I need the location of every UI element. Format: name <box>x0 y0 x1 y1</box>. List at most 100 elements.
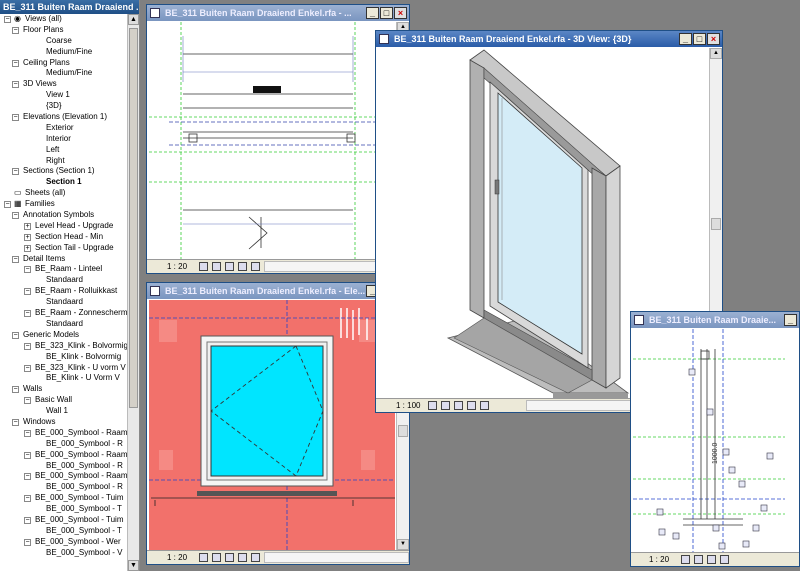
visual-style-icon[interactable] <box>211 262 221 271</box>
tree-item[interactable]: {3D} <box>0 101 127 112</box>
tree-item[interactable]: BE_Klink - U Vorm V <box>0 373 127 384</box>
collapse-icon[interactable]: − <box>24 473 31 481</box>
tree-item[interactable]: Left <box>0 145 127 156</box>
collapse-icon[interactable]: − <box>4 16 11 23</box>
collapse-icon[interactable]: − <box>24 288 31 296</box>
visual-style-icon[interactable] <box>211 553 221 562</box>
tree-item[interactable]: −3D Views <box>0 79 127 90</box>
tree-item[interactable]: − Elevations (Elevation 1) <box>0 112 127 123</box>
tree-item[interactable]: − BE_000_Symbool - Tuim <box>0 493 127 504</box>
tree-item[interactable]: Right <box>0 156 127 167</box>
collapse-icon[interactable]: − <box>12 212 19 220</box>
tree-item[interactable]: − Detail Items <box>0 254 127 265</box>
detail-level-icon[interactable] <box>198 553 208 562</box>
tree-item[interactable]: View 1 <box>0 90 127 101</box>
plan-drawing-canvas[interactable] <box>149 22 395 259</box>
expand-icon[interactable]: + <box>24 233 31 241</box>
tree-item[interactable]: + Section Head - Min <box>0 232 127 243</box>
tree-item[interactable]: − Basic Wall <box>0 395 127 406</box>
collapse-icon[interactable]: − <box>24 342 31 350</box>
collapse-icon[interactable]: − <box>12 331 19 339</box>
minimize-button[interactable]: _ <box>784 314 797 326</box>
scroll-up-arrow-icon[interactable]: ▲ <box>128 14 139 25</box>
shadows-icon[interactable] <box>467 401 476 410</box>
tree-item[interactable]: Standaard <box>0 275 127 286</box>
shadows-icon[interactable] <box>237 262 247 271</box>
shadows-icon[interactable] <box>237 553 247 562</box>
shadows-icon[interactable] <box>720 555 729 564</box>
section-scale-label[interactable]: 1 : 20 <box>649 555 677 564</box>
elevation-window-titlebar[interactable]: BE_311 Buiten Raam Draaiend Enkel.rfa - … <box>147 283 409 299</box>
tree-item[interactable]: − BE_Raam - Rolluikkast <box>0 286 127 297</box>
tree-item[interactable]: BE_000_Symbool - V <box>0 548 127 559</box>
collapse-icon[interactable]: − <box>24 364 31 372</box>
tree-item[interactable]: − Windows <box>0 417 127 428</box>
elevation-drawing-canvas[interactable] <box>149 300 395 550</box>
sun-path-icon[interactable] <box>707 555 716 564</box>
maximize-button[interactable]: □ <box>380 7 393 19</box>
collapse-icon[interactable]: − <box>24 310 31 318</box>
tree-item[interactable]: − BE_000_Symbool - Raam <box>0 428 127 439</box>
tree-item[interactable]: − BE_323_Klink - Bolvormig <box>0 341 127 352</box>
tree-item[interactable]: BE_000_Symbool - R <box>0 482 127 493</box>
tree-item[interactable]: Coarse <box>0 36 127 47</box>
collapse-icon[interactable]: − <box>24 495 31 503</box>
collapse-icon[interactable]: − <box>12 114 19 122</box>
project-browser-scrollbar[interactable]: ▲ ▼ <box>127 14 139 571</box>
tree-item[interactable]: − BE_000_Symbool - Raam <box>0 450 127 461</box>
minimize-button[interactable]: _ <box>679 33 692 45</box>
tree-item[interactable]: Exterior <box>0 123 127 134</box>
expand-icon[interactable]: + <box>24 244 31 252</box>
tree-item[interactable]: BE_000_Symbool - T <box>0 526 127 537</box>
tree-item[interactable]: Interior <box>0 134 127 145</box>
detail-level-icon[interactable] <box>681 555 690 564</box>
sun-path-icon[interactable] <box>224 262 234 271</box>
close-button[interactable]: × <box>707 33 720 45</box>
close-button[interactable]: × <box>394 7 407 19</box>
tree-item[interactable]: − Floor Plans <box>0 25 127 36</box>
scroll-down-arrow-icon[interactable]: ▼ <box>128 560 139 571</box>
collapse-icon[interactable]: − <box>12 26 19 34</box>
crop-view-icon[interactable] <box>250 553 260 562</box>
elevation-view-window[interactable]: BE_311 Buiten Raam Draaiend Enkel.rfa - … <box>146 282 410 565</box>
visual-style-icon[interactable] <box>694 555 703 564</box>
minimize-button[interactable]: _ <box>366 7 379 19</box>
floor-plan-view-window[interactable]: BE_311 Buiten Raam Draaiend Enkel.rfa - … <box>146 4 410 274</box>
detail-level-icon[interactable] <box>428 401 437 410</box>
tree-item[interactable]: − BE_000_Symbool - Wer <box>0 537 127 548</box>
tree-item[interactable]: − ▦ Families <box>0 199 127 210</box>
crop-view-icon[interactable] <box>480 401 489 410</box>
plan-scale-label[interactable]: 1 : 20 <box>167 262 195 271</box>
tree-item[interactable]: Medium/Fine <box>0 47 127 58</box>
tree-item[interactable]: − Walls <box>0 384 127 395</box>
tree-item[interactable]: Wall 1 <box>0 406 127 417</box>
collapse-icon[interactable]: − <box>24 397 31 405</box>
collapse-icon[interactable]: − <box>24 538 31 546</box>
tree-item[interactable]: − Ceiling Plans <box>0 58 127 69</box>
detail-level-icon[interactable] <box>198 262 208 271</box>
section-view-window[interactable]: BE_311 Buiten Raam Draaie... _ 1000.0 1 … <box>630 311 800 567</box>
tree-item[interactable]: BE_Klink - Bolvormig <box>0 352 127 363</box>
tree-item[interactable]: Standaard <box>0 297 127 308</box>
tree-item[interactable]: − BE_000_Symbool - Tuim <box>0 515 127 526</box>
tree-item[interactable]: − BE_323_Klink - U vorm V <box>0 363 127 374</box>
tree-item[interactable]: − BE_Raam - Zonnescherm <box>0 308 127 319</box>
collapse-icon[interactable]: − <box>12 255 19 263</box>
sun-path-icon[interactable] <box>454 401 463 410</box>
tree-item[interactable]: − BE_Raam - Linteel <box>0 264 127 275</box>
collapse-icon[interactable]: − <box>24 266 31 274</box>
collapse-icon[interactable]: − <box>24 516 31 524</box>
collapse-icon[interactable]: − <box>24 451 31 459</box>
collapse-icon[interactable]: − <box>12 81 19 89</box>
collapse-icon[interactable]: − <box>12 418 19 426</box>
tree-item[interactable]: BE_000_Symbool - R <box>0 439 127 450</box>
section-window-titlebar[interactable]: BE_311 Buiten Raam Draaie... _ <box>631 312 799 328</box>
expand-icon[interactable]: + <box>24 222 31 230</box>
tree-item[interactable]: Standaard <box>0 319 127 330</box>
crop-view-icon[interactable] <box>250 262 260 271</box>
collapse-icon[interactable]: − <box>12 386 19 394</box>
tree-item[interactable]: + Section Tail - Upgrade <box>0 243 127 254</box>
3d-window-titlebar[interactable]: BE_311 Buiten Raam Draaiend Enkel.rfa - … <box>376 31 722 47</box>
collapse-icon[interactable]: − <box>12 59 19 67</box>
section-drawing-canvas[interactable]: 1000.0 <box>633 329 785 552</box>
